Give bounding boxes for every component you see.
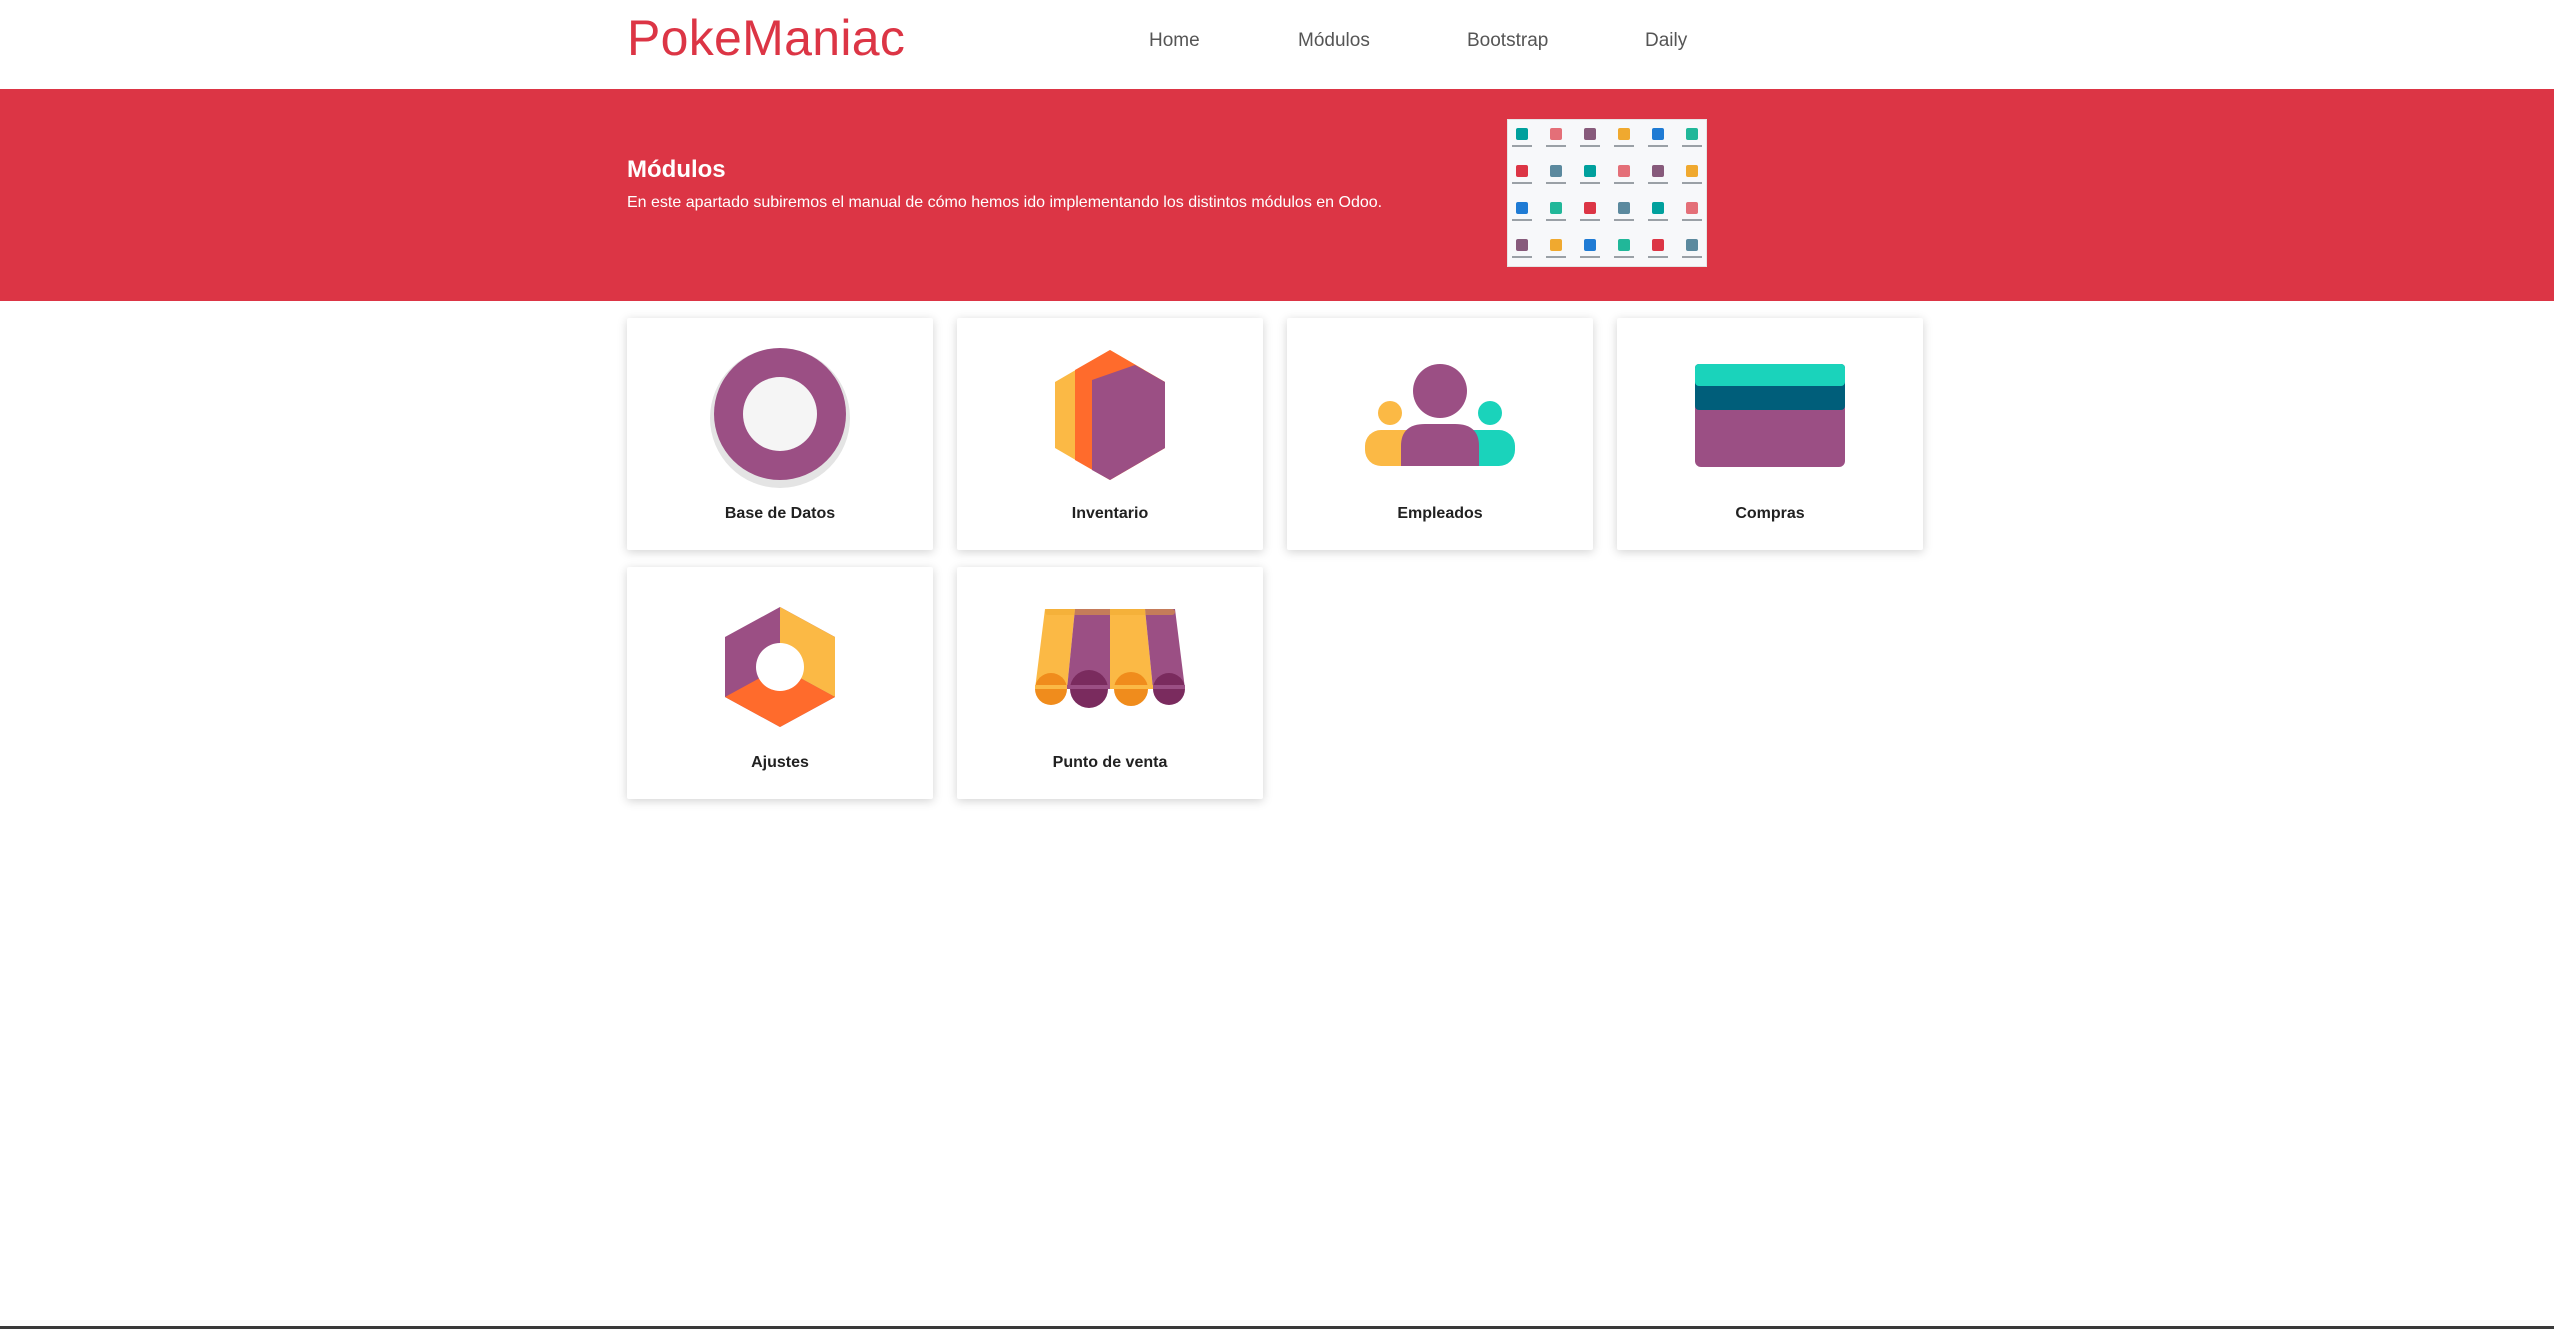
module-label: Base de Datos — [724, 505, 836, 522]
tiny-module-icon — [1652, 128, 1664, 140]
tiny-module-icon — [1652, 165, 1664, 177]
tiny-module-caption — [1648, 145, 1668, 147]
module-label: Punto de venta — [1052, 754, 1168, 771]
database-ring-icon — [710, 348, 850, 488]
hero-description: En este apartado subiremos el manual de … — [627, 194, 1383, 211]
module-card-empleados[interactable]: Empleados — [1287, 318, 1593, 550]
tiny-module-icon — [1516, 165, 1528, 177]
tiny-module-icon — [1516, 202, 1528, 214]
module-card-ajustes[interactable]: Ajustes — [627, 567, 933, 799]
tiny-module-icon — [1618, 202, 1630, 214]
tiny-module-caption — [1614, 256, 1634, 258]
tiny-module-icon — [1652, 202, 1664, 214]
hero-banner: Módulos En este apartado subiremos el ma… — [0, 89, 2554, 301]
tiny-module-icon — [1584, 128, 1596, 140]
settings-hexagon-icon — [725, 607, 835, 727]
module-label: Compras — [1735, 505, 1805, 522]
tiny-module-caption — [1580, 145, 1600, 147]
tiny-module-caption — [1614, 219, 1634, 221]
nav-link-modulos[interactable]: Módulos — [1298, 28, 1370, 54]
tiny-module-icon — [1550, 165, 1562, 177]
odoo-modules-screenshot — [1507, 119, 1707, 267]
tiny-module-caption — [1682, 145, 1702, 147]
tiny-module-caption — [1614, 182, 1634, 184]
tiny-module-caption — [1512, 256, 1532, 258]
nav-link-daily[interactable]: Daily — [1645, 28, 1687, 54]
tiny-module-caption — [1546, 256, 1566, 258]
tiny-module-caption — [1512, 145, 1532, 147]
nav-link-bootstrap[interactable]: Bootstrap — [1467, 28, 1548, 54]
employees-icon — [1365, 364, 1515, 466]
tiny-module-caption — [1648, 256, 1668, 258]
brand-logo[interactable]: PokeManiac — [627, 8, 905, 68]
tiny-module-icon — [1618, 239, 1630, 251]
tiny-module-icon — [1584, 165, 1596, 177]
inventory-hexagon-icon — [1055, 350, 1165, 480]
tiny-module-caption — [1614, 145, 1634, 147]
tiny-module-icon — [1618, 165, 1630, 177]
tiny-module-caption — [1682, 256, 1702, 258]
tiny-module-icon — [1550, 239, 1562, 251]
tiny-module-icon — [1550, 128, 1562, 140]
modules-grid-image — [1508, 120, 1706, 266]
purchase-card-icon — [1695, 364, 1845, 467]
tiny-module-caption — [1648, 182, 1668, 184]
module-card-base-de-datos[interactable]: Base de Datos — [627, 318, 933, 550]
module-card-compras[interactable]: Compras — [1617, 318, 1923, 550]
tiny-module-caption — [1682, 219, 1702, 221]
tiny-module-caption — [1512, 182, 1532, 184]
tiny-module-icon — [1618, 128, 1630, 140]
module-label: Empleados — [1397, 505, 1483, 522]
tiny-module-icon — [1686, 239, 1698, 251]
tiny-module-icon — [1584, 239, 1596, 251]
module-label: Inventario — [1071, 505, 1149, 522]
nav-link-home[interactable]: Home — [1149, 28, 1200, 54]
tiny-module-caption — [1648, 219, 1668, 221]
tiny-module-icon — [1584, 202, 1596, 214]
hero-title: Módulos — [627, 156, 726, 183]
tiny-module-icon — [1686, 128, 1698, 140]
tiny-module-icon — [1686, 202, 1698, 214]
tiny-module-icon — [1686, 165, 1698, 177]
tiny-module-caption — [1546, 182, 1566, 184]
module-card-punto-de-venta[interactable]: Punto de venta — [957, 567, 1263, 799]
tiny-module-caption — [1682, 182, 1702, 184]
navbar: PokeManiac Home Módulos Bootstrap Daily — [0, 0, 2554, 88]
tiny-module-caption — [1580, 182, 1600, 184]
tiny-module-icon — [1516, 128, 1528, 140]
tiny-module-icon — [1652, 239, 1664, 251]
tiny-module-icon — [1550, 202, 1562, 214]
module-card-inventario[interactable]: Inventario — [957, 318, 1263, 550]
tiny-module-caption — [1546, 145, 1566, 147]
tiny-module-icon — [1516, 239, 1528, 251]
point-of-sale-awning-icon — [1035, 609, 1185, 708]
tiny-module-caption — [1580, 256, 1600, 258]
tiny-module-caption — [1580, 219, 1600, 221]
tiny-module-caption — [1512, 219, 1532, 221]
module-label: Ajustes — [751, 754, 809, 771]
tiny-module-caption — [1546, 219, 1566, 221]
